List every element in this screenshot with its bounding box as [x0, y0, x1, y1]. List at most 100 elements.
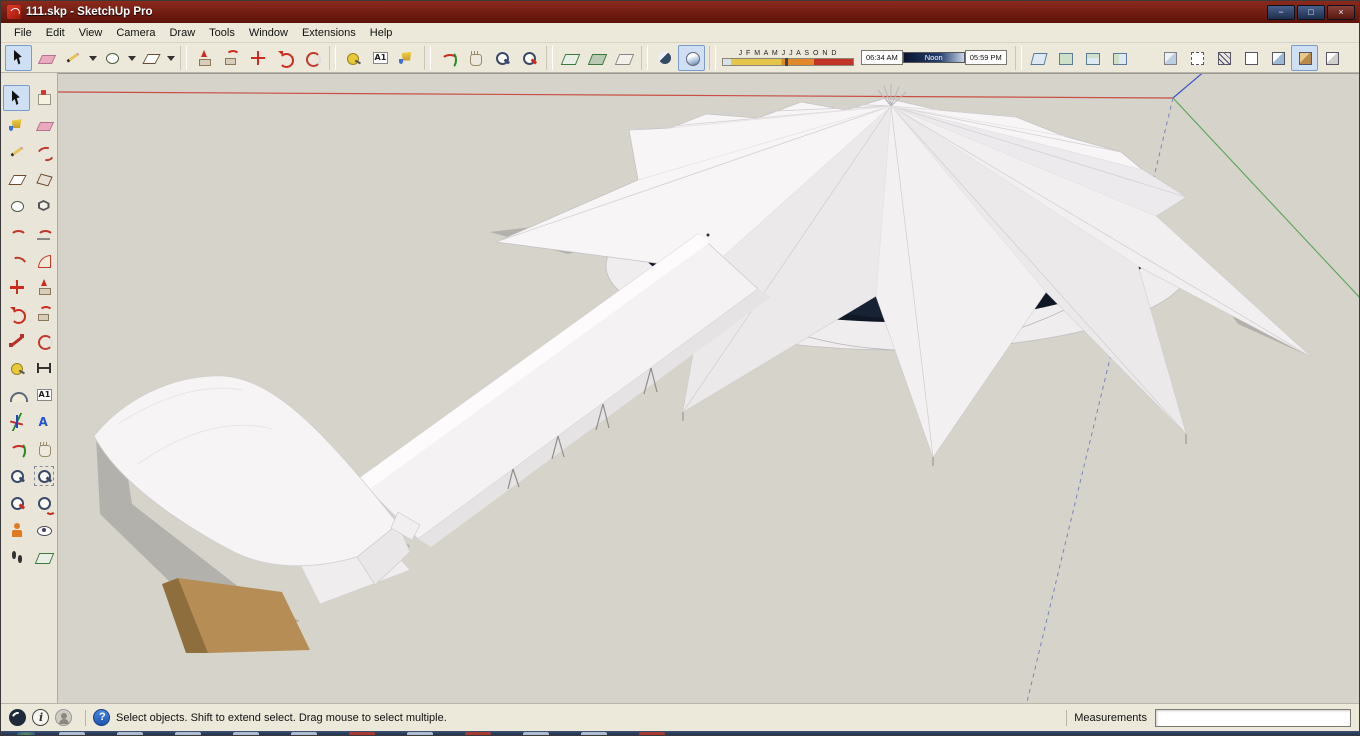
xray-button[interactable] [651, 45, 678, 71]
taskbar-item[interactable] [523, 732, 549, 735]
taskbar-item[interactable] [581, 732, 607, 735]
menu-tools[interactable]: Tools [202, 25, 242, 41]
line-options-caret-button[interactable] [86, 45, 98, 71]
zoom-button[interactable] [488, 45, 515, 71]
taskbar-item[interactable] [349, 732, 375, 735]
two-point-arc-button[interactable] [30, 220, 57, 246]
view-iso-button[interactable] [1025, 45, 1052, 71]
orbit-button[interactable] [434, 45, 461, 71]
style-wireframe-button[interactable] [1210, 45, 1237, 71]
scale-button[interactable] [3, 328, 30, 354]
walk-button[interactable] [3, 544, 30, 570]
view-right-button[interactable] [1106, 45, 1133, 71]
style-shaded-textures-button[interactable] [1291, 44, 1318, 71]
protractor-button[interactable] [3, 382, 30, 408]
three-point-arc-button[interactable] [3, 247, 30, 273]
rect-button[interactable] [137, 45, 164, 71]
zoom-window-button[interactable] [30, 463, 57, 489]
rotate-button[interactable] [271, 45, 298, 71]
taskbar-item[interactable] [59, 732, 85, 735]
eraser-button[interactable] [30, 112, 57, 138]
maximize-button[interactable]: □ [1297, 4, 1325, 20]
tape-measure-button[interactable] [339, 45, 366, 71]
menu-help[interactable]: Help [363, 25, 400, 41]
shadow-time-end[interactable]: 05:59 PM [964, 50, 1007, 65]
style-xray-button[interactable] [1156, 45, 1183, 71]
taskbar-item[interactable] [175, 732, 201, 735]
section-display-button[interactable] [610, 45, 637, 71]
line-button[interactable] [59, 45, 86, 71]
menu-window[interactable]: Window [242, 25, 295, 41]
paint-button[interactable] [3, 112, 30, 138]
follow-me-button[interactable] [30, 301, 57, 327]
shadow-date-slider[interactable]: J F M A M J J A S O N D [722, 46, 854, 70]
taskbar-item[interactable] [233, 732, 259, 735]
view-front-button[interactable] [1079, 45, 1106, 71]
select-button[interactable] [3, 85, 30, 111]
taskbar-item[interactable] [639, 732, 665, 735]
measurements-input[interactable] [1155, 708, 1351, 727]
shadow-time-start[interactable]: 06:34 AM [861, 50, 903, 65]
shadow-time-track[interactable]: Noon [902, 52, 965, 63]
menu-draw[interactable]: Draw [162, 25, 202, 41]
menu-edit[interactable]: Edit [39, 25, 72, 41]
offset-button[interactable] [298, 45, 325, 71]
orbit-button[interactable] [3, 436, 30, 462]
style-shaded-button[interactable] [1264, 45, 1291, 71]
tape-measure-button[interactable] [3, 355, 30, 381]
style-back-edges-button[interactable] [1183, 45, 1210, 71]
circle-button[interactable] [3, 193, 30, 219]
close-button[interactable]: × [1327, 4, 1355, 20]
make-component-button[interactable] [30, 85, 57, 111]
look-around-button[interactable] [30, 517, 57, 543]
move-button[interactable] [244, 45, 271, 71]
select-button[interactable] [5, 44, 32, 71]
move-button[interactable] [3, 274, 30, 300]
windows-taskbar[interactable] [1, 731, 1359, 735]
modeling-viewport[interactable] [58, 73, 1359, 703]
rotated-rect-button[interactable] [30, 166, 57, 192]
zoom-extents-button[interactable] [3, 490, 30, 516]
geolocation-icon[interactable] [9, 709, 26, 726]
arc-button[interactable] [3, 220, 30, 246]
minimize-button[interactable]: − [1267, 4, 1295, 20]
style-hidden-line-button[interactable] [1237, 45, 1264, 71]
menu-file[interactable]: File [7, 25, 39, 41]
taskbar-item[interactable] [407, 732, 433, 735]
credits-icon[interactable] [32, 709, 49, 726]
help-icon[interactable] [93, 709, 110, 726]
rotate-button[interactable] [3, 301, 30, 327]
section-fill-button[interactable] [583, 45, 610, 71]
view-top-button[interactable] [1052, 45, 1079, 71]
freehand-button[interactable] [30, 139, 57, 165]
start-button[interactable] [17, 732, 35, 735]
position-camera-button[interactable] [3, 517, 30, 543]
offset-button[interactable] [30, 328, 57, 354]
shaded-button[interactable] [678, 44, 705, 71]
style-monochrome-button[interactable] [1318, 45, 1345, 71]
dimension-button[interactable] [30, 355, 57, 381]
paint-button[interactable] [393, 45, 420, 71]
polygon-button[interactable] [30, 193, 57, 219]
previous-button[interactable] [30, 490, 57, 516]
eraser-button[interactable] [32, 45, 59, 71]
axes-button[interactable] [3, 409, 30, 435]
section-plane-button[interactable] [556, 45, 583, 71]
taskbar-item[interactable] [291, 732, 317, 735]
text-button[interactable] [30, 382, 57, 408]
zoom-extents-button[interactable] [515, 45, 542, 71]
rect-options-caret-button[interactable] [164, 45, 176, 71]
text-button[interactable] [366, 45, 393, 71]
rect-button[interactable] [3, 166, 30, 192]
follow-me-button[interactable] [217, 45, 244, 71]
3d-text-button[interactable] [30, 409, 57, 435]
line-button[interactable] [3, 139, 30, 165]
taskbar-item[interactable] [117, 732, 143, 735]
pie-button[interactable] [30, 247, 57, 273]
section-plane-button[interactable] [30, 544, 57, 570]
menu-camera[interactable]: Camera [109, 25, 162, 41]
sign-in-icon[interactable] [55, 709, 72, 726]
circle-options-caret-button[interactable] [125, 45, 137, 71]
pan-button[interactable] [461, 45, 488, 71]
push-pull-button[interactable] [190, 45, 217, 71]
